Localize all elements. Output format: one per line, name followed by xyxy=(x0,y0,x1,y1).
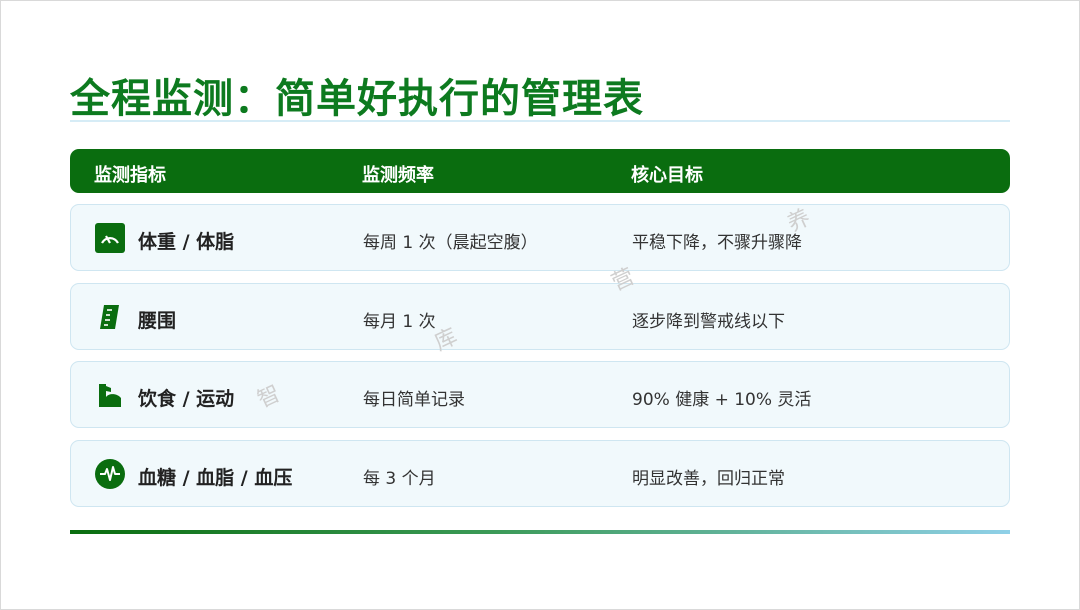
metric-label: 饮食 / 运动 xyxy=(138,388,235,410)
page-title: 全程监测：简单好执行的管理表 xyxy=(70,76,644,122)
table-row: 血糖 / 血脂 / 血压 每 3 个月 明显改善，回归正常 xyxy=(70,440,1010,507)
table-row: 体重 / 体脂 每周 1 次（晨起空腹） 平稳下降，不骤升骤降 xyxy=(70,204,1010,271)
gauge-icon xyxy=(95,223,125,253)
frequency-value: 每周 1 次（晨起空腹） xyxy=(363,233,538,253)
metric-label: 血糖 / 血脂 / 血压 xyxy=(138,467,293,489)
goal-value: 平稳下降，不骤升骤降 xyxy=(632,233,802,253)
frequency-value: 每日简单记录 xyxy=(363,390,465,410)
metric-label: 体重 / 体脂 xyxy=(138,231,235,253)
heartbeat-icon xyxy=(95,459,125,489)
goal-value: 明显改善，回归正常 xyxy=(632,469,785,489)
table-row: 腰围 每月 1 次 逐步降到警戒线以下 xyxy=(70,283,1010,350)
metric-label: 腰围 xyxy=(138,310,177,332)
goal-value: 90% 健康 + 10% 灵活 xyxy=(632,390,812,410)
bottom-divider xyxy=(70,530,1010,534)
title-divider xyxy=(70,120,1010,122)
table-header: 监测指标 监测频率 核心目标 xyxy=(70,149,1010,193)
flexed-arm-icon xyxy=(95,380,125,410)
frequency-value: 每月 1 次 xyxy=(363,312,436,332)
ruler-icon xyxy=(95,302,125,332)
header-frequency: 监测频率 xyxy=(362,165,434,186)
frequency-value: 每 3 个月 xyxy=(363,469,436,489)
table-row: 饮食 / 运动 每日简单记录 90% 健康 + 10% 灵活 xyxy=(70,361,1010,428)
goal-value: 逐步降到警戒线以下 xyxy=(632,312,785,332)
header-goal: 核心目标 xyxy=(631,165,703,186)
header-metric: 监测指标 xyxy=(94,165,166,186)
